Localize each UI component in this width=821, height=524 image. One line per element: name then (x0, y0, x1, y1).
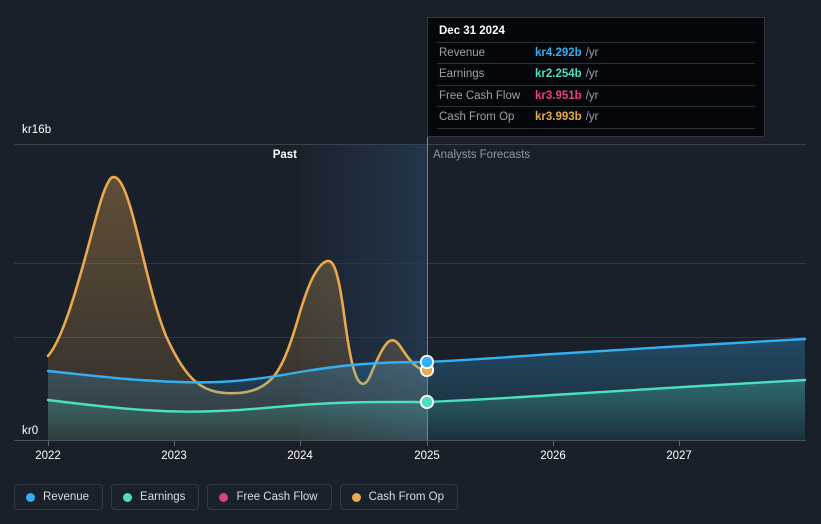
tooltip-value-revenue: kr4.292b (535, 47, 582, 59)
past-label: Past (272, 149, 297, 161)
datapoint-marker-earnings[interactable] (419, 394, 435, 410)
tooltip-unit-revenue: /yr (585, 47, 599, 59)
analysts-forecasts-label: Analysts Forecasts (433, 149, 531, 161)
legend-dot-free-cash-flow-icon (219, 492, 229, 502)
x-axis-label-2025: 2025 (414, 450, 440, 462)
tooltip-value-cash-from-op: kr3.993b (535, 111, 582, 124)
tooltip-label-free-cash-flow: Free Cash Flow (439, 89, 521, 102)
tooltip-row-cash-from-op: Cash From Op kr3.993b /yr (437, 106, 755, 129)
tooltip-row-free-cash-flow: Free Cash Flow kr3.951b /yr (437, 84, 755, 106)
legend-item-earnings[interactable]: Earnings (111, 484, 200, 510)
data-tooltip: Dec 31 2024 Revenue kr4.292b /yr Earning… (427, 17, 765, 137)
legend-item-free-cash-flow[interactable]: Free Cash Flow (207, 484, 332, 510)
y-axis-label-bottom: kr0 (22, 425, 39, 437)
legend-label-cash-from-op: Cash From Op (368, 491, 445, 503)
x-axis-label-2022: 2022 (35, 450, 61, 462)
tooltip-unit-cash-from-op: /yr (585, 111, 599, 124)
x-axis-label-2027: 2027 (666, 450, 692, 462)
x-axis-label-2026: 2026 (540, 450, 566, 462)
legend-label-revenue: Revenue (43, 491, 90, 503)
datapoint-marker-revenue[interactable] (419, 354, 435, 370)
tooltip-title: Dec 31 2024 (439, 25, 505, 37)
tooltip-label-earnings: Earnings (439, 68, 485, 81)
chart-legend: Revenue Earnings Free Cash Flow Cash Fro… (14, 484, 459, 510)
tooltip-value-earnings: kr2.254b (535, 68, 582, 81)
y-axis-label-top: kr16b (22, 124, 52, 136)
legend-dot-cash-from-op-icon (351, 492, 361, 502)
x-axis-label-2023: 2023 (161, 450, 187, 462)
legend-item-revenue[interactable]: Revenue (14, 484, 104, 510)
x-axis-label-2024: 2024 (287, 450, 313, 462)
tooltip-unit-free-cash-flow: /yr (585, 89, 599, 102)
tooltip-row-revenue: Revenue kr4.292b /yr (437, 42, 755, 63)
legend-dot-earnings-icon (123, 492, 133, 502)
tooltip-unit-earnings: /yr (585, 68, 599, 81)
tooltip-label-cash-from-op: Cash From Op (439, 111, 515, 124)
legend-label-earnings: Earnings (140, 491, 186, 503)
tooltip-row-earnings: Earnings kr2.254b /yr (437, 63, 755, 84)
legend-item-cash-from-op[interactable]: Cash From Op (339, 484, 459, 510)
financial-chart: kr16b kr0 2022 2023 2024 2025 2026 2027 … (0, 0, 821, 524)
tooltip-label-revenue: Revenue (439, 47, 486, 59)
legend-dot-revenue-icon (26, 492, 35, 502)
legend-label-free-cash-flow: Free Cash Flow (236, 491, 318, 503)
tooltip-value-free-cash-flow: kr3.951b (535, 89, 582, 102)
